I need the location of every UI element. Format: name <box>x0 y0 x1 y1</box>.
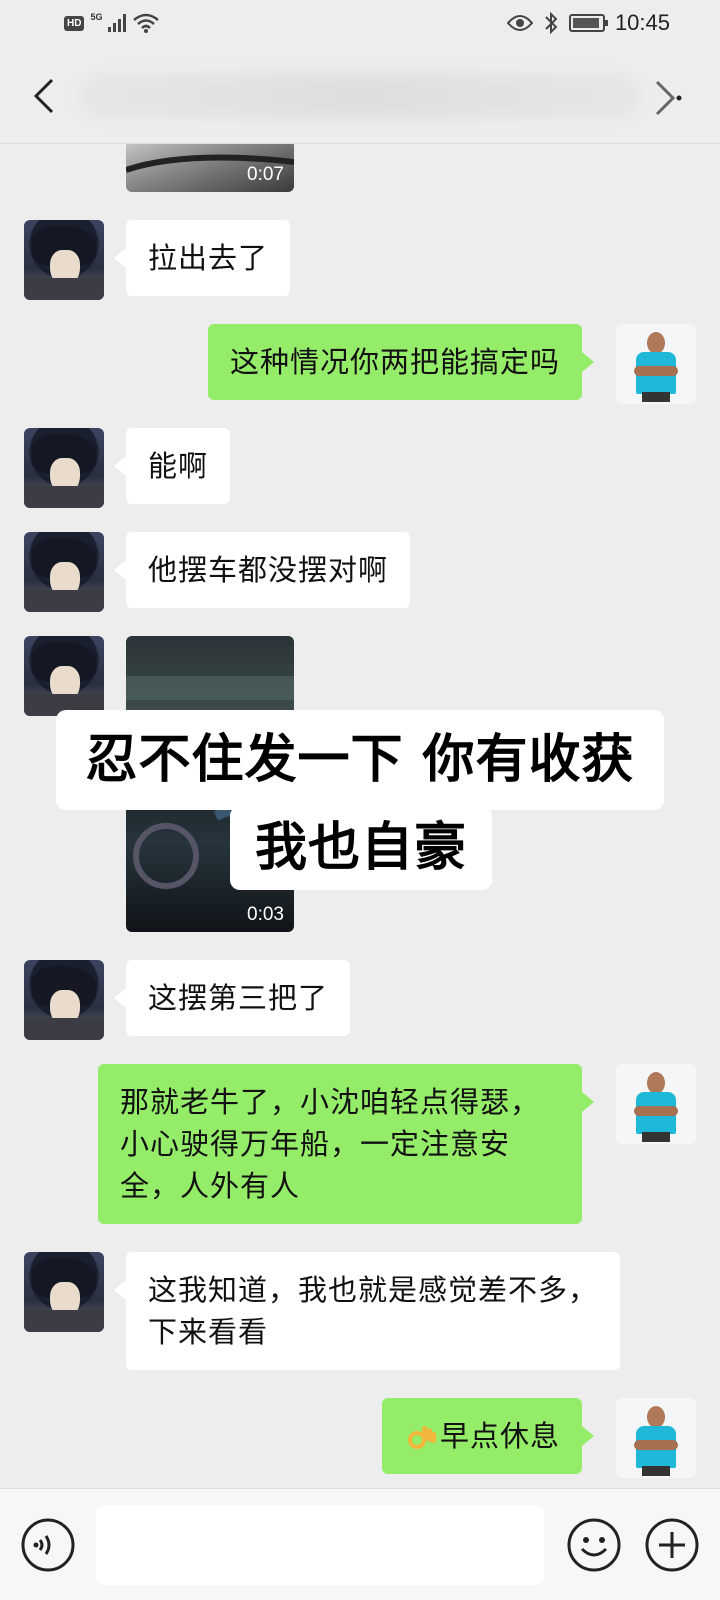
signal-icon <box>108 14 127 32</box>
message-bubble[interactable]: 早点休息 <box>381 1398 595 1474</box>
ok-hand-emoji-icon <box>407 1426 436 1449</box>
message-text: 那就老牛了，小沈咱轻点得瑟，小心驶得万年船，一定注意安全，人外有人 <box>120 1085 541 1203</box>
message-bubble[interactable]: 拉出去了 <box>113 220 291 296</box>
message-input[interactable] <box>96 1505 544 1585</box>
emoji-icon[interactable] <box>566 1517 622 1573</box>
message-bubble[interactable]: 这我知道，我也就是感觉差不多，下来看看 <box>114 1252 620 1370</box>
avatar[interactable] <box>616 1398 696 1478</box>
video-duration: 0:07 <box>247 164 284 185</box>
message-text: 能啊 <box>148 449 209 483</box>
overlay-caption-line2: 我也自豪 <box>230 806 492 890</box>
avatar[interactable] <box>24 636 104 716</box>
message-text: 这种情况你两把能搞定吗 <box>229 345 560 379</box>
video-message[interactable]: 0:07 <box>126 144 294 192</box>
overlay-caption-line1: 忍不住发一下 你有收获 <box>56 710 664 810</box>
avatar[interactable] <box>24 220 104 300</box>
message-bubble[interactable]: 这摆第三把了 <box>113 960 351 1036</box>
video-duration: 0:03 <box>247 904 284 925</box>
avatar[interactable] <box>24 1252 104 1332</box>
chat-title-blurred <box>80 74 640 118</box>
message-bubble[interactable]: 他摆车都没摆对啊 <box>113 532 411 608</box>
status-bar: HD 5G 10:45 <box>0 0 720 48</box>
eye-icon <box>506 15 533 31</box>
voice-icon[interactable] <box>20 1517 76 1573</box>
plus-icon[interactable] <box>644 1517 700 1573</box>
message-text: 早点休息 <box>439 1419 560 1453</box>
clock: 10:45 <box>614 10 670 35</box>
network-label: 5G <box>90 12 103 22</box>
message-bubble[interactable]: 这种情况你两把能搞定吗 <box>207 324 595 400</box>
chevron-right-icon[interactable] <box>652 78 684 118</box>
avatar[interactable] <box>616 324 696 404</box>
input-bar <box>0 1488 720 1600</box>
battery-icon <box>568 14 608 32</box>
message-text: 拉出去了 <box>148 241 269 275</box>
status-right: 10:45 <box>506 10 670 36</box>
wifi-icon <box>133 13 160 33</box>
message-bubble[interactable]: 能啊 <box>113 428 231 504</box>
avatar[interactable] <box>616 1064 696 1144</box>
message-text: 他摆车都没摆对啊 <box>148 553 389 587</box>
status-left: HD 5G <box>64 12 160 34</box>
avatar[interactable] <box>24 960 104 1040</box>
chevron-left-icon[interactable] <box>28 74 60 118</box>
avatar[interactable] <box>24 428 104 508</box>
hd-badge: HD <box>64 15 85 31</box>
chat-header <box>0 48 720 144</box>
bluetooth-icon <box>545 11 558 35</box>
message-text: 这我知道，我也就是感觉差不多，下来看看 <box>148 1273 599 1349</box>
avatar[interactable] <box>24 532 104 612</box>
message-bubble[interactable]: 那就老牛了，小沈咱轻点得瑟，小心驶得万年船，一定注意安全，人外有人 <box>98 1064 594 1224</box>
message-text: 这摆第三把了 <box>148 981 329 1015</box>
